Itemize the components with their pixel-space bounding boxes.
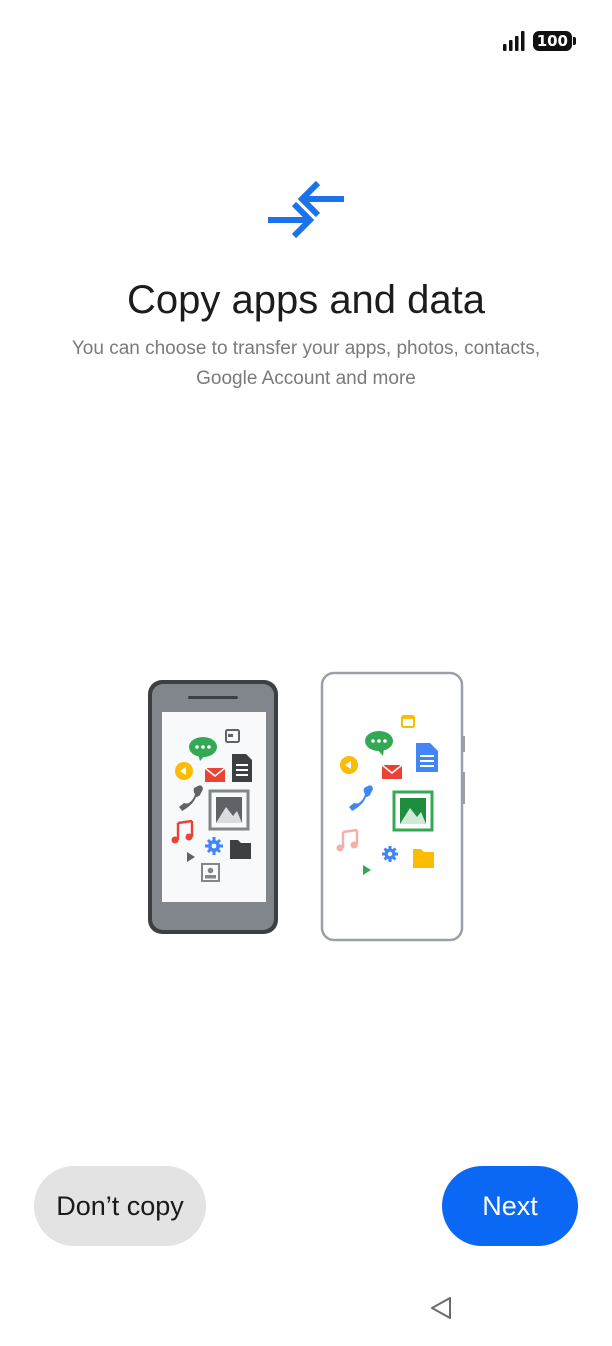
- dont-copy-button[interactable]: Don’t copy: [34, 1166, 206, 1246]
- next-button[interactable]: Next: [442, 1166, 578, 1246]
- back-triangle-icon[interactable]: [428, 1294, 456, 1322]
- battery-indicator: 100: [532, 31, 577, 51]
- mail-icon: [204, 767, 226, 782]
- audio-icon: [175, 762, 193, 780]
- page-subtitle: You can choose to transfer your apps, ph…: [71, 338, 541, 389]
- audio-icon: [340, 756, 358, 774]
- signal-icon: [502, 31, 525, 51]
- mail-icon: [381, 764, 403, 779]
- transfer-arrows-icon: [268, 180, 344, 239]
- status-bar: 100: [502, 28, 577, 54]
- old-phone: [148, 680, 278, 934]
- new-phone: [320, 671, 465, 942]
- page-title: Copy apps and data: [126, 278, 486, 322]
- document-icon: [232, 754, 252, 782]
- battery-level: 100: [536, 32, 568, 50]
- phone-transfer-illustration: [148, 671, 465, 942]
